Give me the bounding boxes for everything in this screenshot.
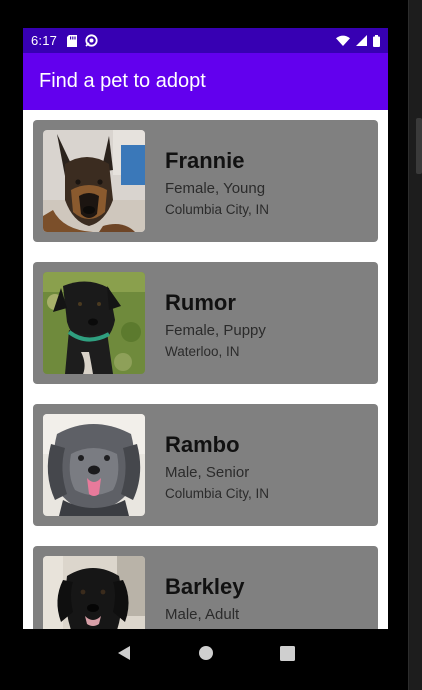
recents-icon[interactable] — [280, 645, 295, 661]
black-labrador-photo — [43, 556, 145, 629]
home-icon[interactable] — [198, 645, 214, 661]
pet-photo — [43, 556, 145, 629]
gray-curly-dog-photo — [43, 414, 145, 516]
signal-icon — [356, 35, 367, 46]
pet-info: Male, Adult — [165, 606, 240, 623]
pet-info: Female, Puppy — [165, 322, 266, 339]
pet-list[interactable]: Frannie Female, Young Columbia City, IN — [23, 110, 388, 629]
device-frame-edge — [408, 0, 422, 690]
pet-card[interactable]: Barkley Male, Adult — [33, 546, 378, 629]
navigation-bar — [23, 629, 388, 677]
pet-photo — [43, 272, 145, 374]
pet-card[interactable]: Rumor Female, Puppy Waterloo, IN — [33, 262, 378, 384]
phone-screen: 6:17 Find a pet to adopt Frannie Female,… — [23, 28, 388, 677]
pet-location: Columbia City, IN — [165, 202, 270, 217]
pet-info: Female, Young — [165, 180, 266, 197]
status-time: 6:17 — [31, 33, 58, 48]
pet-name: Rambo — [165, 432, 240, 457]
pet-info: Male, Senior — [165, 464, 250, 481]
pet-name: Frannie — [165, 148, 245, 173]
app-bar: Find a pet to adopt — [23, 53, 388, 110]
app-bar-title: Find a pet to adopt — [39, 70, 206, 92]
sd-card-icon — [67, 34, 78, 47]
german-shepherd-dog-photo — [43, 130, 145, 232]
pet-location: Waterloo, IN — [165, 344, 240, 359]
wifi-icon — [336, 35, 350, 46]
sync-icon — [85, 34, 98, 47]
status-bar: 6:17 — [23, 28, 388, 53]
pet-card[interactable]: Frannie Female, Young Columbia City, IN — [33, 120, 378, 242]
pet-photo — [43, 130, 145, 232]
pet-name: Rumor — [165, 290, 236, 315]
device-side-button — [416, 118, 422, 174]
back-icon[interactable] — [116, 645, 132, 661]
pet-photo — [43, 414, 145, 516]
black-dog-on-grass-photo — [43, 272, 145, 374]
pet-location: Columbia City, IN — [165, 486, 270, 501]
pet-card[interactable]: Rambo Male, Senior Columbia City, IN — [33, 404, 378, 526]
pet-name: Barkley — [165, 574, 245, 599]
battery-icon — [373, 34, 380, 47]
